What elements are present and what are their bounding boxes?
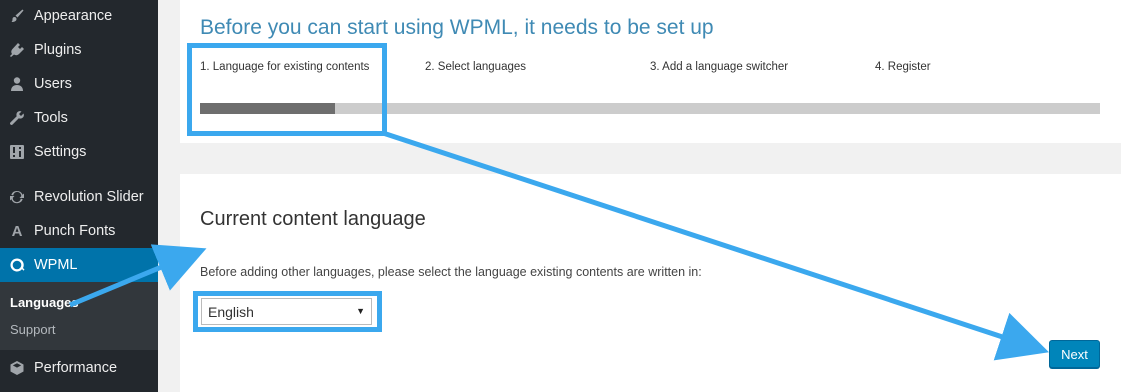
menu-item-tools[interactable]: Tools: [0, 101, 158, 135]
menu-label: Performance: [34, 360, 118, 376]
menu-item-appearance[interactable]: Appearance: [0, 0, 158, 33]
menu-label: Settings: [34, 144, 87, 160]
menu-label: Appearance: [34, 8, 113, 24]
wizard-step-2: 2. Select languages: [425, 61, 527, 73]
submenu-item-languages[interactable]: Languages: [10, 295, 79, 310]
menu-item-users[interactable]: Users: [0, 67, 158, 101]
next-button[interactable]: Next: [1049, 340, 1100, 368]
content-language-panel: Current content language Before adding o…: [180, 174, 1121, 392]
cube-icon: [0, 351, 34, 385]
submenu-item-support[interactable]: Support: [10, 322, 56, 337]
wpml-submenu: Languages Support: [0, 282, 158, 350]
wizard-step-4: 4. Register: [875, 61, 931, 73]
menu-label: Tools: [34, 110, 68, 126]
menu-item-wpml[interactable]: WPML: [0, 248, 158, 282]
admin-sidebar: Appearance Plugins Users Tools Settings …: [0, 0, 158, 392]
page-title: Before you can start using WPML, it need…: [200, 16, 714, 39]
menu-label: WPML: [34, 257, 78, 273]
menu-label: Punch Fonts: [34, 223, 116, 239]
font-a-icon: A: [11, 222, 23, 240]
menu-label: Revolution Slider: [34, 189, 144, 205]
instruction-text: Before adding other languages, please se…: [200, 265, 702, 279]
section-title: Current content language: [200, 208, 426, 230]
menu-item-plugins[interactable]: Plugins: [0, 33, 158, 67]
paintbrush-icon: [0, 0, 34, 33]
menu-separator: [0, 169, 158, 178]
menu-label: Users: [34, 76, 72, 92]
highlight-box-step: [187, 43, 387, 136]
menu-item-revolution-slider[interactable]: Revolution Slider: [0, 180, 158, 214]
wpml-icon: [0, 248, 34, 282]
wrench-icon: [0, 101, 34, 135]
menu-label: Plugins: [34, 42, 82, 58]
plugin-icon: [0, 33, 34, 67]
settings-sliders-icon: [0, 135, 34, 169]
menu-item-punch-fonts[interactable]: A Punch Fonts: [0, 214, 158, 248]
menu-item-performance[interactable]: Performance: [0, 351, 158, 385]
menu-item-settings[interactable]: Settings: [0, 135, 158, 169]
refresh-icon: [0, 180, 34, 214]
users-icon: [0, 67, 34, 101]
wizard-step-3: 3. Add a language switcher: [650, 61, 789, 73]
highlight-box-select: [193, 291, 382, 332]
